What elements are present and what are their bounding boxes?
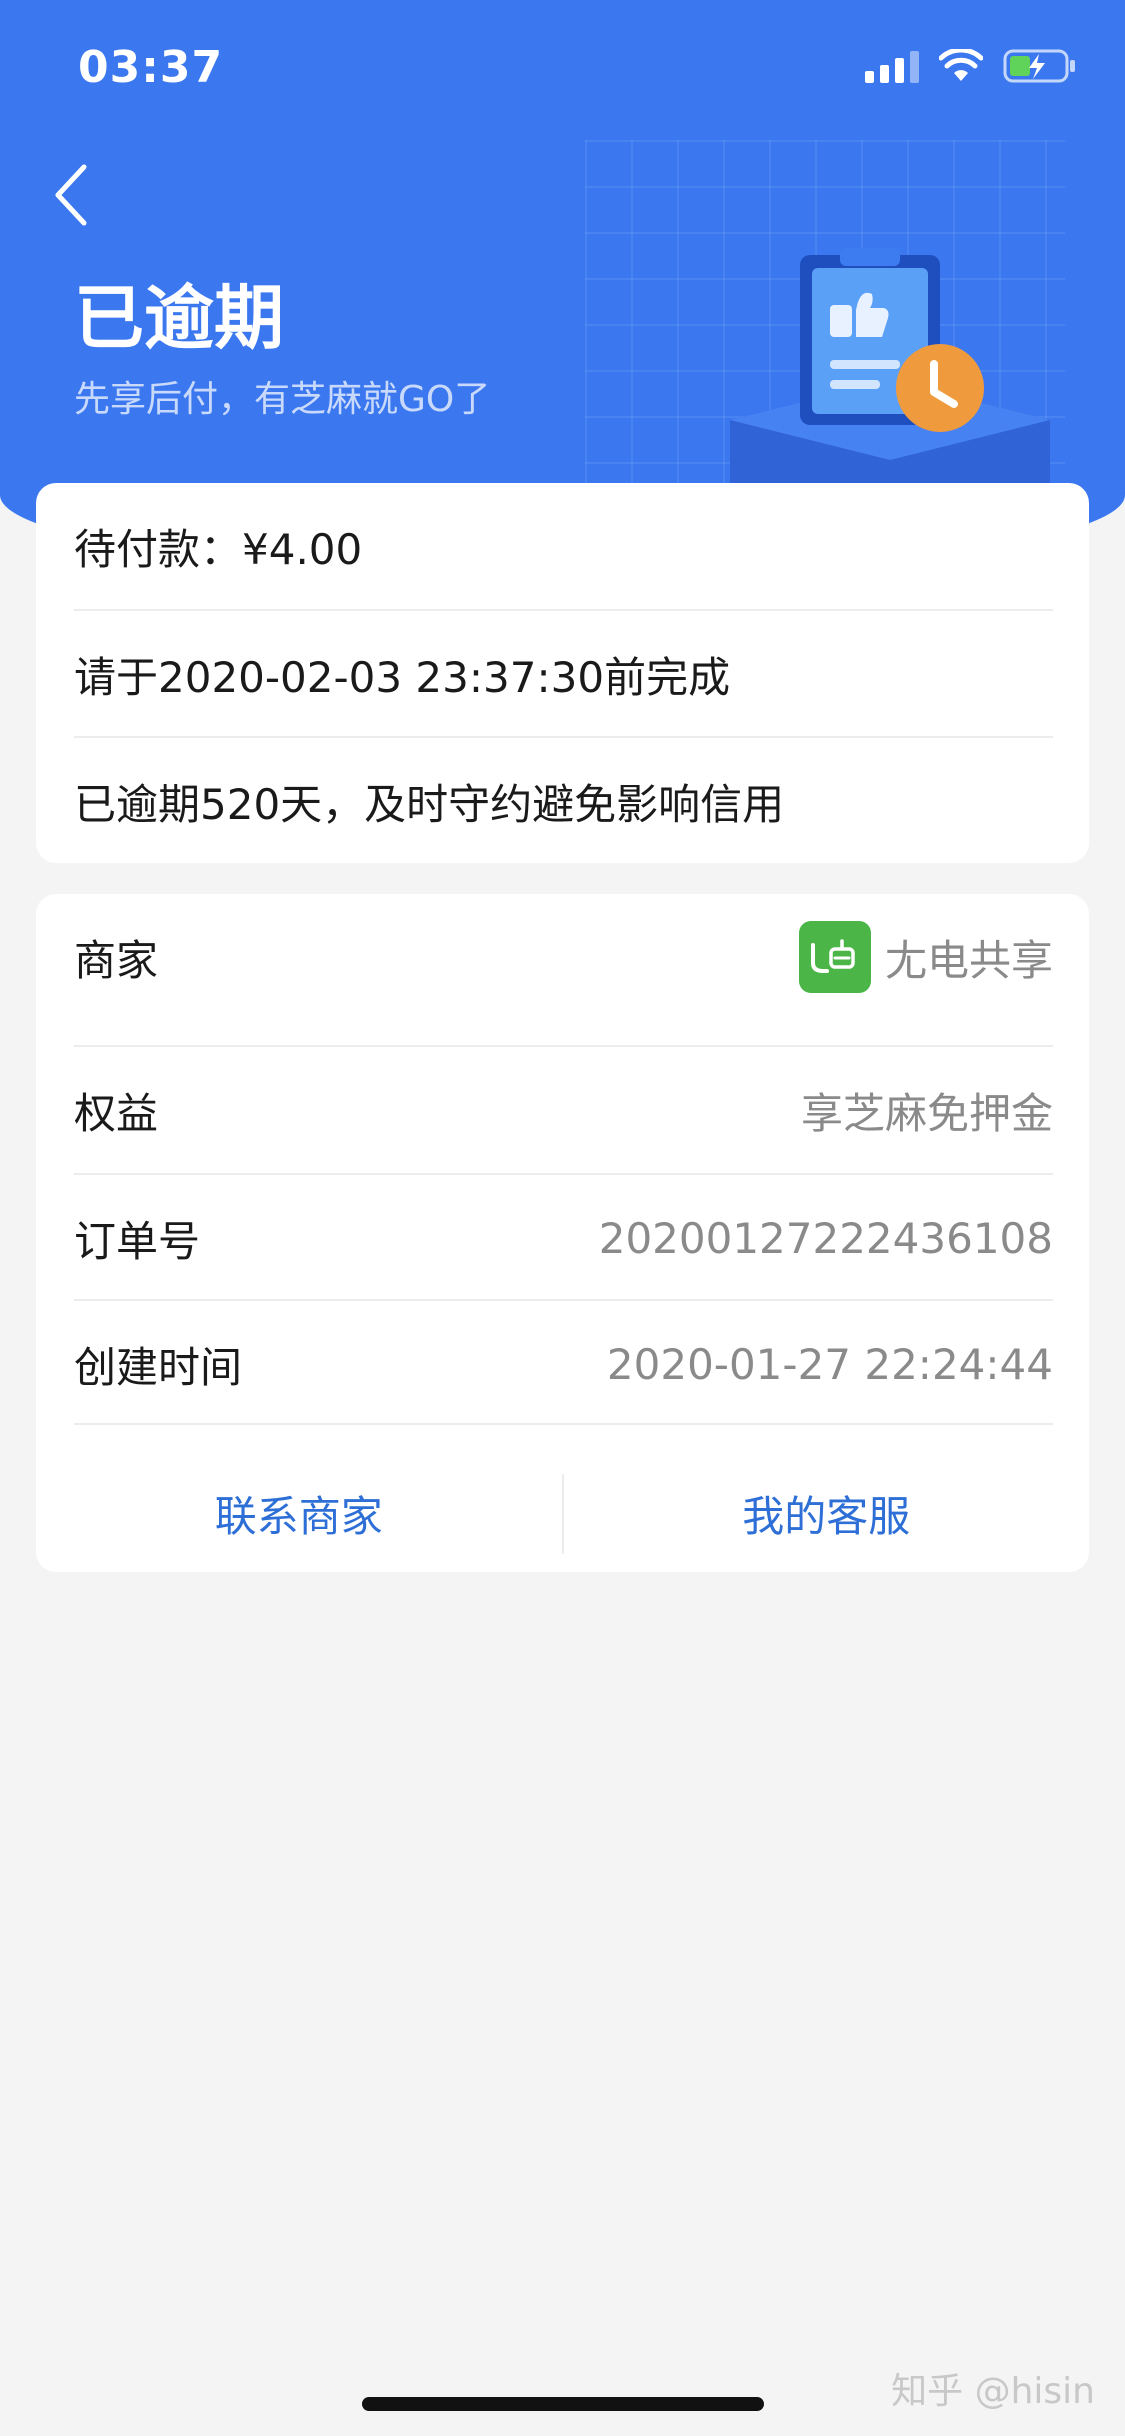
- page-subtitle: 先享后付，有芝麻就GO了: [74, 379, 491, 420]
- battery-charging-icon: [1003, 49, 1075, 83]
- back-button[interactable]: [42, 160, 102, 230]
- created-time-row: 创建时间 2020-01-27 22:24:44: [74, 1301, 1053, 1427]
- deadline-text: 请于2020-02-03 23:37:30前完成: [74, 652, 731, 702]
- customer-service-button[interactable]: 我的客服: [564, 1454, 1090, 1572]
- home-indicator: [362, 2397, 764, 2411]
- contact-merchant-button[interactable]: 联系商家: [36, 1454, 562, 1572]
- created-time-label: 创建时间: [74, 1342, 243, 1392]
- status-time: 03:37: [78, 42, 224, 93]
- page-title: 已逾期: [74, 277, 284, 359]
- deadline-row: 请于2020-02-03 23:37:30前完成: [74, 611, 1053, 737]
- amount-row: 待付款：¥4.00: [74, 483, 1053, 609]
- order-details-card: 商家 尢电共享 权益 享芝麻免押金 订单号 20200127222436108 …: [36, 894, 1089, 1572]
- merchant-info: 尢电共享: [798, 921, 1053, 993]
- cellular-signal-icon: [865, 49, 919, 83]
- merchant-logo: [798, 921, 871, 993]
- order-number-value: 20200127222436108: [598, 1213, 1053, 1263]
- order-number-row: 订单号 20200127222436108: [74, 1175, 1053, 1301]
- merchant-label: 商家: [74, 935, 159, 985]
- action-bar: 联系商家 我的客服: [36, 1454, 1089, 1572]
- merchant-row: 商家 尢电共享: [74, 894, 1053, 1020]
- clipboard-clock-illustration: [730, 248, 1050, 500]
- order-number-label: 订单号: [74, 1216, 201, 1266]
- benefit-value: 享芝麻免押金: [800, 1088, 1053, 1138]
- payment-card: 待付款：¥4.00 请于2020-02-03 23:37:30前完成 已逾期52…: [36, 483, 1089, 863]
- power-bank-logo-icon: [810, 939, 855, 973]
- wifi-icon: [939, 49, 983, 81]
- amount-text: 待付款：¥4.00: [74, 524, 363, 574]
- status-icons: [865, 48, 1077, 84]
- divider: [74, 1423, 1053, 1425]
- benefit-row: 权益 享芝麻免押金: [74, 1047, 1053, 1173]
- overdue-row: 已逾期520天，及时守约避免影响信用: [74, 738, 1053, 864]
- created-time-value: 2020-01-27 22:24:44: [606, 1339, 1053, 1389]
- merchant-name: 尢电共享: [884, 935, 1053, 985]
- watermark: 知乎 @hisin: [891, 2371, 1095, 2412]
- chevron-left-icon: [55, 164, 87, 226]
- overdue-text: 已逾期520天，及时守约避免影响信用: [74, 779, 785, 829]
- benefit-label: 权益: [74, 1088, 159, 1138]
